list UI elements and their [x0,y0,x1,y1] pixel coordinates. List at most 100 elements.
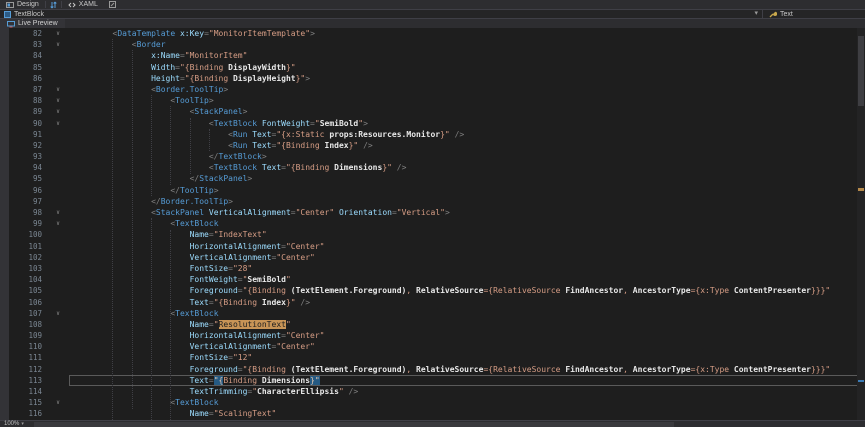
line-number[interactable]: 86 [9,73,47,84]
glyph-margin[interactable] [0,118,9,129]
line-number[interactable]: 91 [9,129,47,140]
code-line[interactable]: 116 Name="ScalingText" [0,408,865,419]
line-number[interactable]: 109 [9,330,47,341]
glyph-margin[interactable] [0,173,9,184]
code-line[interactable]: 113 Text="{Binding Dimensions}" [0,375,865,386]
fold-chevron-icon[interactable]: ∨ [47,118,69,129]
tab-design[interactable]: Design [0,0,45,9]
glyph-margin[interactable] [0,341,9,352]
glyph-margin[interactable] [0,162,9,173]
fold-chevron-icon[interactable]: ∨ [47,39,69,50]
code-editor[interactable]: 82∨ <DataTemplate x:Key="MonitorItemTemp… [0,28,865,420]
glyph-margin[interactable] [0,140,9,151]
line-number[interactable]: 101 [9,241,47,252]
glyph-margin[interactable] [0,397,9,408]
line-number[interactable]: 113 [9,375,47,386]
fold-chevron-icon[interactable]: ∨ [47,308,69,319]
glyph-margin[interactable] [0,386,9,397]
line-number[interactable]: 102 [9,252,47,263]
line-number[interactable]: 100 [9,229,47,240]
glyph-margin[interactable] [0,84,9,95]
code-line[interactable]: 90∨ <TextBlock FontWeight="SemiBold"> [0,118,865,129]
code-line[interactable]: 101 HorizontalAlignment="Center" [0,241,865,252]
code-line[interactable]: 93 </TextBlock> [0,151,865,162]
line-number[interactable]: 108 [9,319,47,330]
line-number[interactable]: 83 [9,39,47,50]
code-line[interactable]: 100 Name="IndexText" [0,229,865,240]
line-number[interactable]: 94 [9,162,47,173]
line-number[interactable]: 90 [9,118,47,129]
zoom-control[interactable]: 100% ▾ [0,421,28,427]
element-breadcrumb-dropdown[interactable]: TextBlock ▾ [0,10,762,18]
line-number[interactable]: 84 [9,50,47,61]
glyph-margin[interactable] [0,207,9,218]
code-line[interactable]: 103 FontSize="28" [0,263,865,274]
line-number[interactable]: 89 [9,106,47,117]
code-line[interactable]: 104 FontWeight="SemiBold" [0,274,865,285]
code-line[interactable]: 112 Foreground="{Binding (TextElement.Fo… [0,364,865,375]
glyph-margin[interactable] [0,62,9,73]
code-line[interactable]: 106 Text="{Binding Index}" /> [0,297,865,308]
property-breadcrumb-dropdown[interactable]: Text [762,10,793,18]
code-line[interactable]: 114 TextTrimming="CharacterEllipsis" /> [0,386,865,397]
fold-chevron-icon[interactable]: ∨ [47,28,69,39]
tab-xaml[interactable]: XAML [62,0,104,9]
line-number[interactable]: 97 [9,196,47,207]
glyph-margin[interactable] [0,95,9,106]
code-line[interactable]: 89∨ <StackPanel> [0,106,865,117]
code-line[interactable]: 99∨ <TextBlock [0,218,865,229]
fold-chevron-icon[interactable]: ∨ [47,84,69,95]
fold-chevron-icon[interactable]: ∨ [47,95,69,106]
line-number[interactable]: 116 [9,408,47,419]
code-line[interactable]: 105 Foreground="{Binding (TextElement.Fo… [0,285,865,296]
line-number[interactable]: 85 [9,62,47,73]
code-line[interactable]: 91 <Run Text="{x:Static props:Resources.… [0,129,865,140]
glyph-margin[interactable] [0,28,9,39]
glyph-margin[interactable] [0,229,9,240]
glyph-margin[interactable] [0,39,9,50]
line-number[interactable]: 99 [9,218,47,229]
line-number[interactable]: 106 [9,297,47,308]
vertical-scrollbar[interactable] [857,28,865,420]
code-line[interactable]: 111 FontSize="12" [0,352,865,363]
horizontal-scrollbar-thumb[interactable] [34,422,674,427]
glyph-margin[interactable] [0,185,9,196]
code-line[interactable]: 85 Width="{Binding DisplayWidth}" [0,62,865,73]
tab-live-preview[interactable]: Live Preview [0,19,65,28]
code-line[interactable]: 102 VerticalAlignment="Center" [0,252,865,263]
glyph-margin[interactable] [0,252,9,263]
horizontal-scrollbar[interactable] [34,422,859,427]
glyph-margin[interactable] [0,364,9,375]
line-number[interactable]: 95 [9,173,47,184]
line-number[interactable]: 111 [9,352,47,363]
glyph-margin[interactable] [0,218,9,229]
line-number[interactable]: 96 [9,185,47,196]
line-number[interactable]: 103 [9,263,47,274]
glyph-margin[interactable] [0,241,9,252]
code-line[interactable]: 110 VerticalAlignment="Center" [0,341,865,352]
code-line[interactable]: 115∨ <TextBlock [0,397,865,408]
glyph-margin[interactable] [0,263,9,274]
glyph-margin[interactable] [0,196,9,207]
vertical-scrollbar-thumb[interactable] [858,36,864,106]
code-line[interactable]: 83∨ <Border [0,39,865,50]
glyph-margin[interactable] [0,129,9,140]
glyph-margin[interactable] [0,50,9,61]
code-line[interactable]: 95 </StackPanel> [0,173,865,184]
line-number[interactable]: 112 [9,364,47,375]
glyph-margin[interactable] [0,375,9,386]
line-number[interactable]: 115 [9,397,47,408]
line-number[interactable]: 98 [9,207,47,218]
code-line[interactable]: 108 Name="ResolutionText" [0,319,865,330]
swap-panes-icon[interactable] [46,1,61,9]
line-number[interactable]: 114 [9,386,47,397]
glyph-margin[interactable] [0,285,9,296]
code-line[interactable]: 98∨ <StackPanel VerticalAlignment="Cente… [0,207,865,218]
line-number[interactable]: 110 [9,341,47,352]
expand-pane-icon[interactable] [104,1,121,8]
code-line[interactable]: 88∨ <ToolTip> [0,95,865,106]
glyph-margin[interactable] [0,308,9,319]
fold-chevron-icon[interactable]: ∨ [47,106,69,117]
line-number[interactable]: 82 [9,28,47,39]
code-line[interactable]: 84 x:Name="MonitorItem" [0,50,865,61]
